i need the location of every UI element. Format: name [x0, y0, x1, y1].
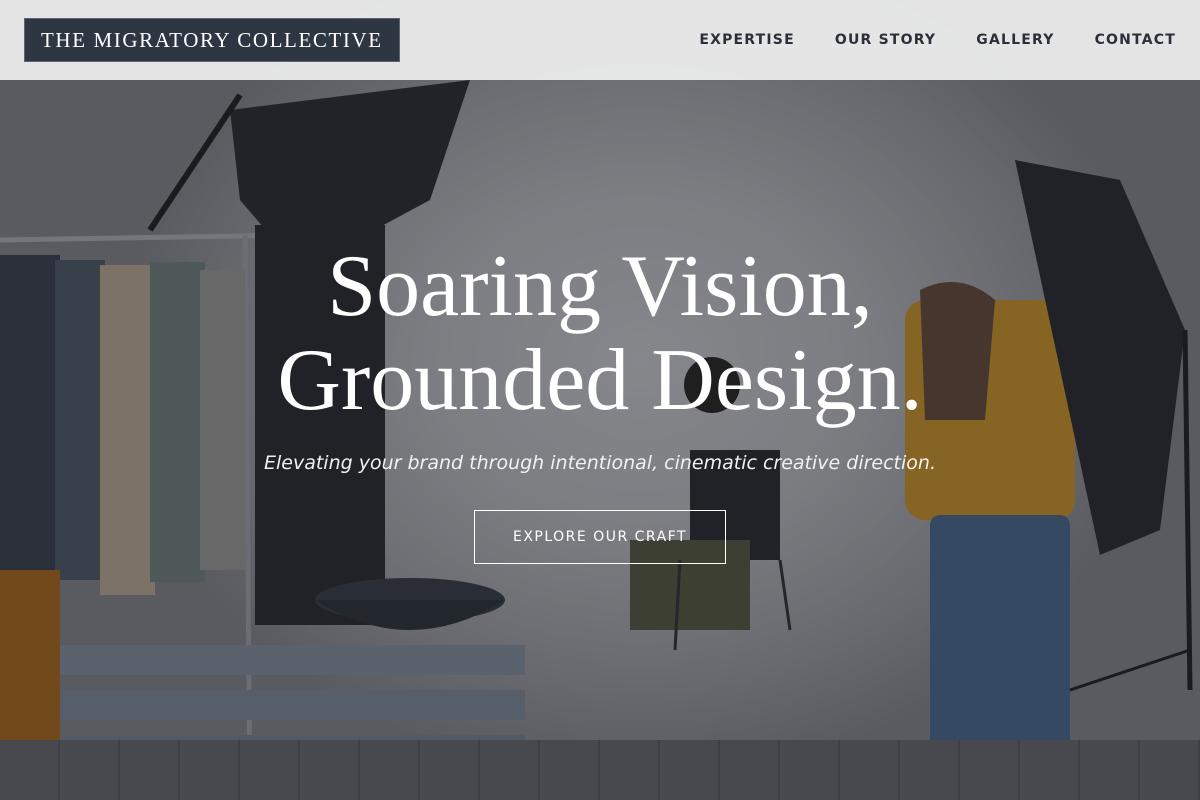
hero-headline: Soaring Vision, Grounded Design.: [0, 240, 1200, 428]
hero-headline-line1: Soaring Vision,: [327, 238, 873, 335]
nav-link-contact[interactable]: CONTACT: [1095, 32, 1176, 48]
hero-content: Soaring Vision, Grounded Design. Elevati…: [0, 240, 1200, 564]
main-nav: EXPERTISE OUR STORY GALLERY CONTACT: [699, 32, 1176, 48]
nav-link-expertise[interactable]: EXPERTISE: [699, 32, 795, 48]
hero-headline-line2: Grounded Design.: [277, 332, 923, 429]
brand-logo[interactable]: THE MIGRATORY COLLECTIVE: [24, 18, 400, 62]
explore-craft-button[interactable]: EXPLORE OUR CRAFT: [474, 510, 726, 564]
nav-link-gallery[interactable]: GALLERY: [976, 32, 1054, 48]
site-header: THE MIGRATORY COLLECTIVE EXPERTISE OUR S…: [0, 0, 1200, 80]
nav-link-our-story[interactable]: OUR STORY: [835, 32, 936, 48]
hero-subheadline: Elevating your brand through intentional…: [264, 452, 936, 474]
